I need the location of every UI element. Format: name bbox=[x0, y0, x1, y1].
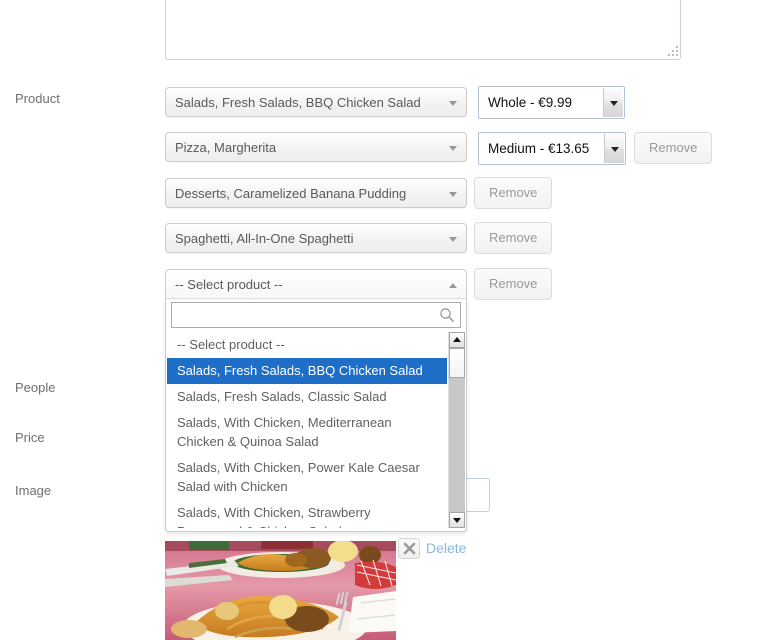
chevron-down-icon bbox=[449, 192, 457, 197]
label-image: Image bbox=[15, 483, 52, 498]
price-select-0[interactable]: Whole - €9.99 bbox=[478, 86, 625, 119]
product-select-1-value: Pizza, Margherita bbox=[175, 140, 277, 155]
remove-button-2[interactable]: Remove bbox=[474, 177, 553, 209]
product-select-0-value: Salads, Fresh Salads, BBQ Chicken Salad bbox=[175, 95, 421, 110]
dropdown-option-list[interactable]: -- Select product -- Salads, Fresh Salad… bbox=[167, 332, 465, 528]
remove-button-4[interactable]: Remove bbox=[474, 268, 553, 300]
product-select-0[interactable]: Salads, Fresh Salads, BBQ Chicken Salad bbox=[165, 87, 467, 117]
product-select-4[interactable]: -- Select product -- bbox=[165, 269, 467, 299]
product-select-2-value: Desserts, Caramelized Banana Pudding bbox=[175, 186, 407, 201]
image-thumbnail bbox=[165, 541, 396, 640]
list-item[interactable]: Salads, Fresh Salads, Classic Salad bbox=[167, 384, 447, 410]
scroll-down-arrow-icon[interactable] bbox=[449, 512, 465, 528]
page-root: Product People Price Image Salads, Fresh… bbox=[0, 0, 760, 640]
dropdown-scrollbar[interactable] bbox=[448, 332, 465, 528]
label-price: Price bbox=[15, 430, 45, 445]
textarea-resize-grip[interactable] bbox=[667, 46, 678, 57]
list-item[interactable]: Salads, With Chicken, Strawberry Poppyse… bbox=[167, 500, 447, 528]
list-item[interactable]: Salads, With Chicken, Power Kale Caesar … bbox=[167, 455, 447, 500]
scrollbar-track[interactable] bbox=[449, 378, 465, 512]
price-select-1-value: Medium - €13.65 bbox=[488, 141, 590, 156]
dropdown-search-input[interactable] bbox=[171, 302, 461, 328]
close-x-icon[interactable] bbox=[398, 538, 420, 559]
product-select-3[interactable]: Spaghetti, All-In-One Spaghetti bbox=[165, 223, 467, 253]
remove-button-1[interactable]: Remove bbox=[634, 132, 713, 164]
scroll-up-arrow-icon[interactable] bbox=[449, 332, 465, 348]
list-item[interactable]: Salads, Fresh Salads, BBQ Chicken Salad bbox=[167, 358, 447, 384]
label-product: Product bbox=[15, 91, 60, 106]
description-textarea[interactable] bbox=[165, 0, 681, 60]
chevron-down-icon bbox=[449, 146, 457, 151]
product-select-3-value: Spaghetti, All-In-One Spaghetti bbox=[175, 231, 354, 246]
select-arrow-icon bbox=[603, 88, 623, 117]
remove-button-3[interactable]: Remove bbox=[474, 222, 553, 254]
chevron-down-icon bbox=[449, 101, 457, 106]
scrollbar-thumb[interactable] bbox=[449, 348, 465, 378]
chevron-up-icon bbox=[449, 283, 457, 288]
price-select-0-value: Whole - €9.99 bbox=[488, 95, 573, 110]
delete-link[interactable]: Delete bbox=[426, 539, 466, 558]
product-select-4-value: -- Select product -- bbox=[175, 277, 283, 292]
price-select-1[interactable]: Medium - €13.65 bbox=[478, 132, 626, 165]
product-select-1[interactable]: Pizza, Margherita bbox=[165, 132, 467, 162]
dropdown-search-row bbox=[171, 302, 461, 328]
chevron-down-icon bbox=[449, 237, 457, 242]
list-item[interactable]: Salads, With Chicken, Mediterranean Chic… bbox=[167, 410, 447, 455]
product-dropdown-panel: -- Select product -- Salads, Fresh Salad… bbox=[165, 298, 467, 532]
select-arrow-icon bbox=[604, 134, 624, 163]
list-item[interactable]: -- Select product -- bbox=[167, 332, 447, 358]
label-people: People bbox=[15, 380, 56, 395]
product-select-2[interactable]: Desserts, Caramelized Banana Pudding bbox=[165, 178, 467, 208]
